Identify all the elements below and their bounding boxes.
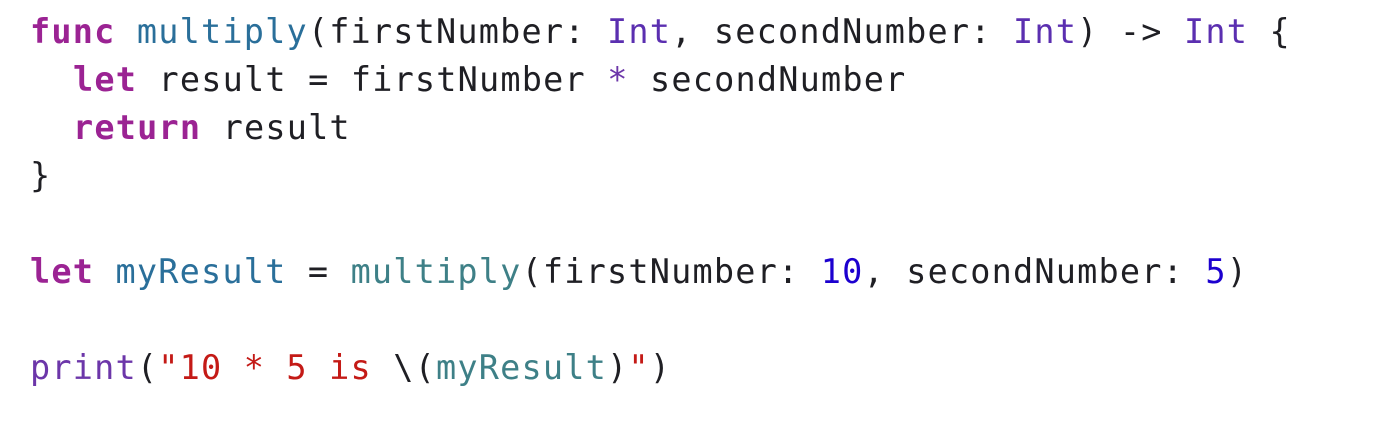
argument-label-first-number: firstNumber <box>542 252 778 291</box>
type-int: Int <box>607 12 672 51</box>
colon: : <box>970 12 992 51</box>
paren-open: ( <box>521 252 543 291</box>
paren-open: ( <box>136 348 159 387</box>
variable-my-result: myResult <box>115 252 287 291</box>
function-call-print: print <box>30 348 137 387</box>
assign-operator: = <box>307 252 330 291</box>
code-line-8: print("10 * 5 is \(myResult)") <box>30 344 1360 392</box>
code-line-7-empty <box>30 296 1360 344</box>
param-second-number: secondNumber <box>713 12 971 51</box>
brace-open: { <box>1269 12 1291 51</box>
paren-close: ) <box>1077 12 1099 51</box>
number-literal-5: 5 <box>1205 252 1227 291</box>
comma: , <box>671 12 693 51</box>
string-literal-start: "10 * 5 is <box>158 348 394 387</box>
code-line-1: func multiply(firstNumber: Int, secondNu… <box>30 8 1360 56</box>
interpolation-close: ) <box>606 348 629 387</box>
colon: : <box>564 12 586 51</box>
assign-operator: = <box>308 60 330 99</box>
param-first-number: firstNumber <box>329 12 565 51</box>
code-line-4: } <box>30 152 1360 200</box>
return-arrow: -> <box>1119 12 1163 51</box>
interpolation-open: \( <box>393 348 437 387</box>
argument-label-second-number: secondNumber <box>906 252 1163 291</box>
type-int: Int <box>1013 12 1078 51</box>
keyword-return: return <box>73 108 202 147</box>
colon: : <box>1162 252 1185 291</box>
brace-close: } <box>30 156 52 195</box>
function-call-multiply: multiply <box>350 252 522 291</box>
colon: : <box>777 252 800 291</box>
comma: , <box>863 252 885 291</box>
code-line-6: let myResult = multiply(firstNumber: 10,… <box>30 248 1360 296</box>
keyword-func: func <box>30 12 116 51</box>
code-line-3: return result <box>30 104 1360 152</box>
return-type: Int <box>1184 12 1249 51</box>
multiply-operator: * <box>607 60 629 99</box>
paren-open: ( <box>307 12 330 51</box>
paren-close: ) <box>1226 252 1249 291</box>
variable-result: result <box>158 60 287 99</box>
code-editor[interactable]: func multiply(firstNumber: Int, secondNu… <box>30 8 1360 392</box>
function-name: multiply <box>136 12 308 51</box>
code-line-5-empty <box>30 200 1360 248</box>
paren-close: ) <box>649 348 672 387</box>
interpolated-variable: myResult <box>436 348 607 387</box>
string-literal-end: " <box>628 348 650 387</box>
operand-first-number: firstNumber <box>350 60 586 99</box>
keyword-let: let <box>73 60 138 99</box>
return-value: result <box>222 108 351 147</box>
number-literal-10: 10 <box>820 252 864 291</box>
code-line-2: let result = firstNumber * secondNumber <box>30 56 1360 104</box>
operand-second-number: secondNumber <box>650 60 907 99</box>
keyword-let: let <box>30 252 95 291</box>
